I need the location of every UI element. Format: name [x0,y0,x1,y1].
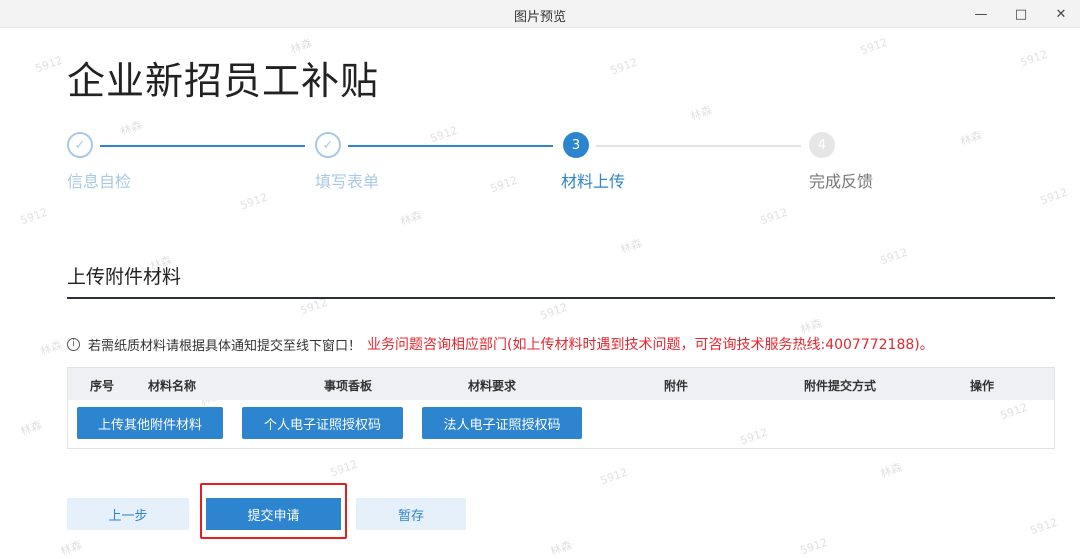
minimize-icon[interactable]: — [970,3,992,25]
personal-license-auth-code-button[interactable]: 个人电子证照授权码 [242,407,403,439]
step-1-label: 信息自检 [67,172,132,191]
step-2-check-icon: ✓ [315,132,341,158]
section-title: 上传附件材料 [67,266,182,288]
save-draft-button[interactable]: 暂存 [356,498,466,530]
legal-license-auth-code-button[interactable]: 法人电子证照授权码 [422,407,582,439]
th-requirement: 材料要求 [468,379,517,393]
step-connector-3 [596,145,801,147]
th-submit-method: 附件提交方式 [804,379,877,393]
window-titlebar: 图片预览 — □ ✕ [0,0,1080,28]
step-2-label: 填写表单 [315,172,380,191]
maximize-icon[interactable]: □ [1010,3,1032,25]
step-3-number: 3 [563,132,589,158]
step-1-check-icon: ✓ [67,132,93,158]
notice-bar: i 若需纸质材料请根据具体通知提交至线下窗口！ 业务问题咨询相应部门(如上传材料… [67,334,934,354]
th-index: 序号 [90,379,115,393]
upload-other-attachment-button[interactable]: 上传其他附件材料 [77,407,223,439]
th-template: 事项香板 [324,379,373,393]
th-attachment: 附件 [664,379,689,393]
prev-step-button[interactable]: 上一步 [67,498,189,530]
window-title: 图片预览 [513,10,566,25]
th-material-name: 材料名称 [148,379,197,393]
notice-hotline-text: 业务问题咨询相应部门(如上传材料时遇到技术问题，可咨询技术服务热线:400777… [367,337,934,353]
step-connector-2 [348,145,553,147]
table-header: 序号 材料名称 事项香板 材料要求 附件 附件提交方式 操作 [68,368,1054,400]
th-action: 操作 [970,379,995,393]
info-icon: i [67,337,80,351]
section-divider [67,297,1055,299]
submit-highlight-box [200,483,347,539]
step-connector-1 [100,145,305,147]
step-4-label: 完成反馈 [809,172,874,191]
step-3-label: 材料上传 [561,172,626,191]
page-title: 企业新招员工补贴 [67,59,380,103]
close-icon[interactable]: ✕ [1050,3,1072,25]
notice-text: 若需纸质材料请根据具体通知提交至线下窗口！ [88,338,362,354]
step-4-number: 4 [809,132,835,158]
